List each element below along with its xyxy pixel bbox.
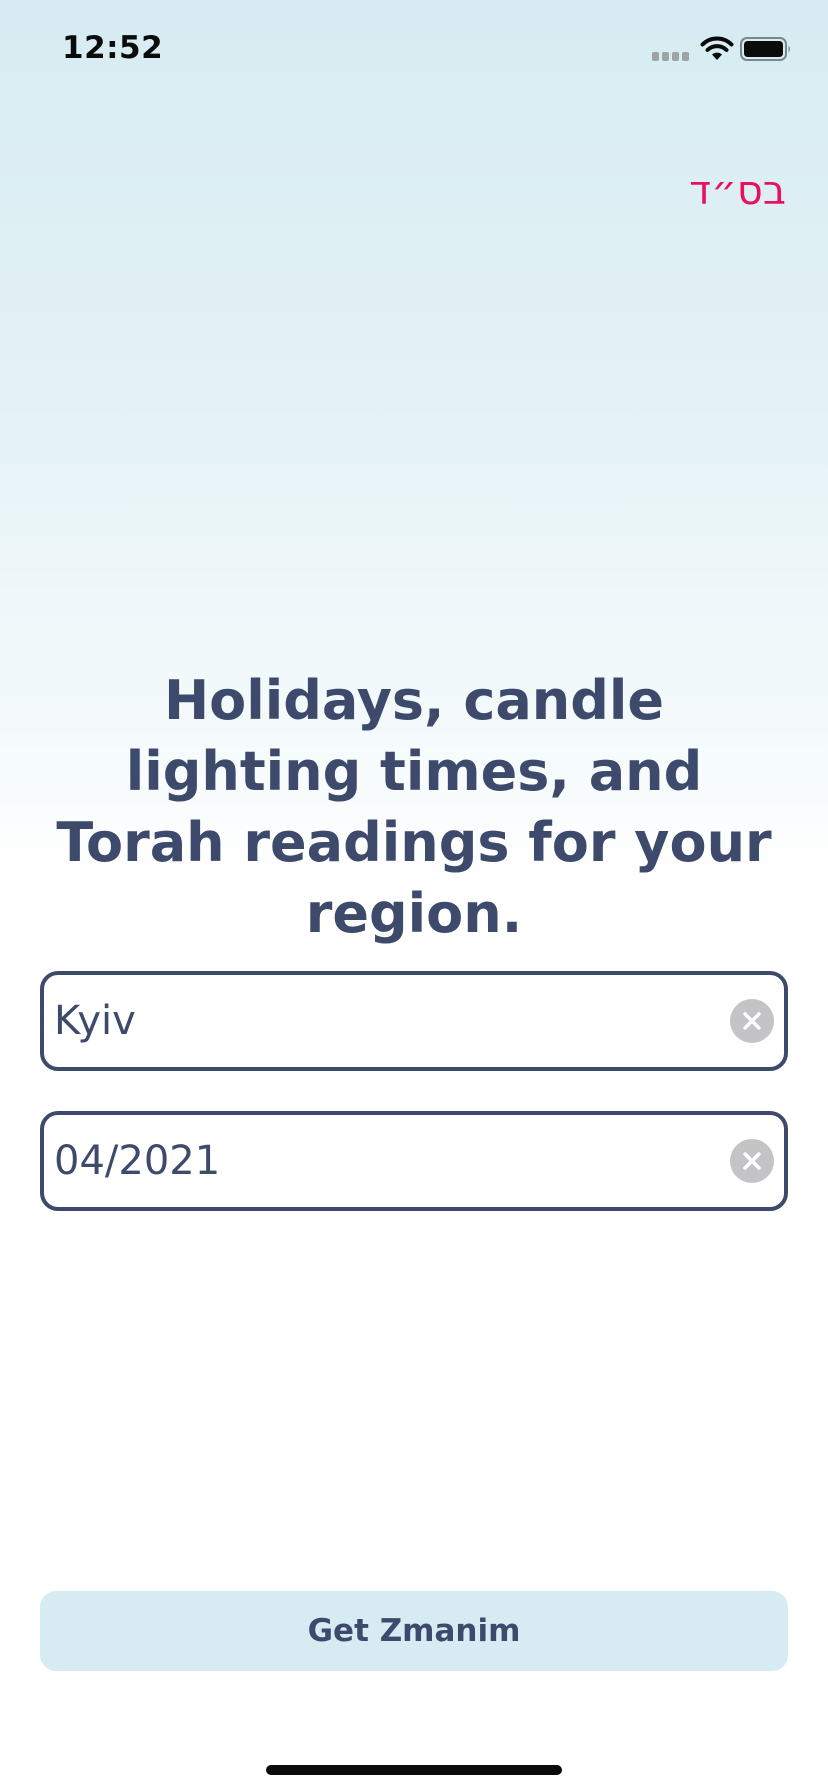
signal-icon <box>652 52 690 62</box>
date-field[interactable] <box>40 1111 788 1211</box>
status-bar: 12:52 <box>0 0 828 100</box>
page-headline: Holidays, candle lighting times, and Tor… <box>56 669 772 945</box>
clear-circle-x-icon <box>743 1152 761 1170</box>
date-input[interactable] <box>54 1115 704 1207</box>
clear-circle-x-icon <box>743 1012 761 1030</box>
wifi-icon <box>700 36 734 60</box>
location-clear-button[interactable] <box>730 999 774 1043</box>
status-time: 12:52 <box>62 30 164 66</box>
hebrew-header-mark: בס״ד <box>689 168 786 214</box>
date-clear-button[interactable] <box>730 1139 774 1183</box>
location-input[interactable] <box>54 975 704 1067</box>
get-zmanim-button[interactable]: Get Zmanim <box>40 1591 788 1671</box>
location-field[interactable] <box>40 971 788 1071</box>
battery-icon <box>740 37 790 61</box>
home-indicator[interactable] <box>266 1765 562 1775</box>
